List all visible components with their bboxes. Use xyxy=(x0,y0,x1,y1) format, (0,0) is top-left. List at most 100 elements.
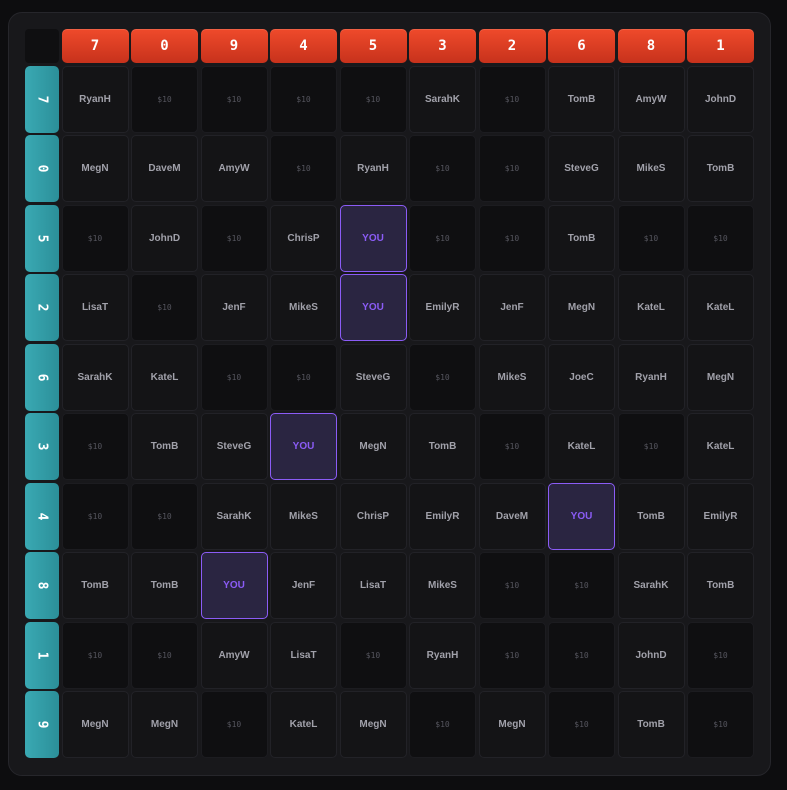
square-cell-available[interactable]: $10 xyxy=(478,552,546,619)
square-cell-taken: SteveG xyxy=(548,135,615,202)
square-cell-taken: MegN xyxy=(548,274,615,341)
square-cell-label: $10 xyxy=(157,511,172,521)
square-cell-label: $10 xyxy=(435,233,450,243)
square-cell-available[interactable]: $10 xyxy=(548,691,615,758)
square-cell-label: TomB xyxy=(567,93,596,105)
square-cell-yours[interactable]: YOU xyxy=(339,274,407,341)
square-cell-label: $10 xyxy=(574,581,589,590)
square-cell-taken: EmilyR xyxy=(409,482,476,550)
square-cell-available[interactable]: $10 xyxy=(478,135,546,202)
square-cell-taken: KateL xyxy=(131,343,198,411)
square-cell-available[interactable]: $10 xyxy=(548,552,615,619)
square-cell-label: RyanH xyxy=(357,163,389,174)
square-cell-taken: KateL xyxy=(687,413,754,480)
square-cell-taken: SarahK xyxy=(200,482,268,550)
column-header: 7 xyxy=(61,29,129,63)
square-cell-taken: EmilyR xyxy=(687,482,754,550)
square-cell-label: $10 xyxy=(296,372,311,382)
square-cell-taken: TomB xyxy=(617,691,685,758)
square-cell-label: $10 xyxy=(87,511,103,521)
square-cell-available[interactable]: $10 xyxy=(270,135,337,202)
square-cell-available[interactable]: $10 xyxy=(478,204,546,272)
square-cell-label: YOU xyxy=(362,232,384,244)
square-cell-taken: RyanH xyxy=(339,135,407,202)
square-cell-available[interactable]: $10 xyxy=(478,621,546,689)
square-cell-available[interactable]: $10 xyxy=(131,621,198,689)
square-cell-label: DaveM xyxy=(495,510,529,522)
square-cell-label: $10 xyxy=(713,233,728,243)
square-cell-label: $10 xyxy=(296,164,311,173)
square-cell-label: MikeS xyxy=(636,163,666,174)
row-header-label: 2 xyxy=(34,303,50,312)
square-cell-label: $10 xyxy=(504,94,520,104)
square-cell-available[interactable]: $10 xyxy=(270,343,337,411)
square-cell-label: AmyW xyxy=(218,163,250,174)
square-cell-label: SarahK xyxy=(77,371,113,383)
square-cell-taken: TomB xyxy=(131,552,198,619)
square-cell-available[interactable]: $10 xyxy=(617,413,685,480)
square-cell-yours[interactable]: YOU xyxy=(270,413,337,480)
square-cell-available[interactable]: $10 xyxy=(687,691,754,758)
square-cell-available[interactable]: $10 xyxy=(200,65,268,133)
square-cell-available[interactable]: $10 xyxy=(200,691,268,758)
column-header: 3 xyxy=(409,29,476,63)
square-cell-yours[interactable]: YOU xyxy=(200,552,268,619)
square-cell-available[interactable]: $10 xyxy=(617,204,685,272)
row-header-label: 5 xyxy=(34,234,50,242)
square-cell-available[interactable]: $10 xyxy=(131,482,198,550)
square-cell-label: TomB xyxy=(637,719,665,730)
square-cell-available[interactable]: $10 xyxy=(687,204,754,272)
square-cell-available[interactable]: $10 xyxy=(131,274,198,341)
square-cell-label: TomB xyxy=(706,163,735,174)
square-cell-available[interactable]: $10 xyxy=(61,204,129,272)
square-cell-available[interactable]: $10 xyxy=(548,621,615,689)
square-cell-available[interactable]: $10 xyxy=(409,691,476,758)
square-cell-label: $10 xyxy=(87,650,103,660)
square-cell-available[interactable]: $10 xyxy=(478,65,546,133)
square-cell-label: RyanH xyxy=(426,649,459,661)
column-header: 2 xyxy=(478,29,546,63)
square-cell-label: $10 xyxy=(713,650,728,660)
square-cell-label: $10 xyxy=(87,442,103,451)
square-cell-label: MegN xyxy=(359,441,387,452)
square-cell-label: TomB xyxy=(428,441,457,452)
square-cell-available[interactable]: $10 xyxy=(61,413,129,480)
column-header: 9 xyxy=(200,29,268,63)
square-cell-label: $10 xyxy=(504,581,520,590)
square-cell-label: $10 xyxy=(574,720,589,729)
square-cell-yours[interactable]: YOU xyxy=(548,482,615,550)
row-header: 6 xyxy=(25,343,59,411)
row-header-label: 3 xyxy=(34,442,50,451)
square-cell-available[interactable]: $10 xyxy=(339,65,407,133)
row-header-label: 4 xyxy=(34,512,50,520)
square-cell-available[interactable]: $10 xyxy=(409,204,476,272)
square-cell-label: YOU xyxy=(223,580,245,591)
square-cell-available[interactable]: $10 xyxy=(61,621,129,689)
square-cell-taken: TomB xyxy=(687,552,754,619)
square-cell-available[interactable]: $10 xyxy=(409,343,476,411)
row-header: 3 xyxy=(25,413,59,480)
row-header: 2 xyxy=(25,274,59,341)
column-header: 6 xyxy=(548,29,615,63)
square-cell-yours[interactable]: YOU xyxy=(339,204,407,272)
squares-board: 7 0 9 4 5 3 2 6 8 1 7 RyanH $10 $10 $10 $10 SarahK $10 Tom… xyxy=(8,12,771,776)
square-cell-available[interactable]: $10 xyxy=(131,65,198,133)
row-header: 7 xyxy=(25,65,59,133)
square-cell-available[interactable]: $10 xyxy=(61,482,129,550)
square-cell-label: $10 xyxy=(643,233,659,243)
square-cell-available[interactable]: $10 xyxy=(478,413,546,480)
square-cell-label: $10 xyxy=(157,94,172,104)
square-cell-available[interactable]: $10 xyxy=(200,343,268,411)
square-cell-label: $10 xyxy=(435,164,450,173)
square-cell-taken: RyanH xyxy=(617,343,685,411)
square-cell-label: KateL xyxy=(706,302,735,313)
square-cell-available[interactable]: $10 xyxy=(200,204,268,272)
square-cell-available[interactable]: $10 xyxy=(339,621,407,689)
square-cell-label: JohnD xyxy=(148,232,181,244)
square-cell-available[interactable]: $10 xyxy=(270,65,337,133)
square-cell-available[interactable]: $10 xyxy=(409,135,476,202)
square-cell-label: DaveM xyxy=(148,163,181,174)
square-cell-taken: JenF xyxy=(478,274,546,341)
square-cell-label: JohnD xyxy=(704,93,737,105)
square-cell-available[interactable]: $10 xyxy=(687,621,754,689)
